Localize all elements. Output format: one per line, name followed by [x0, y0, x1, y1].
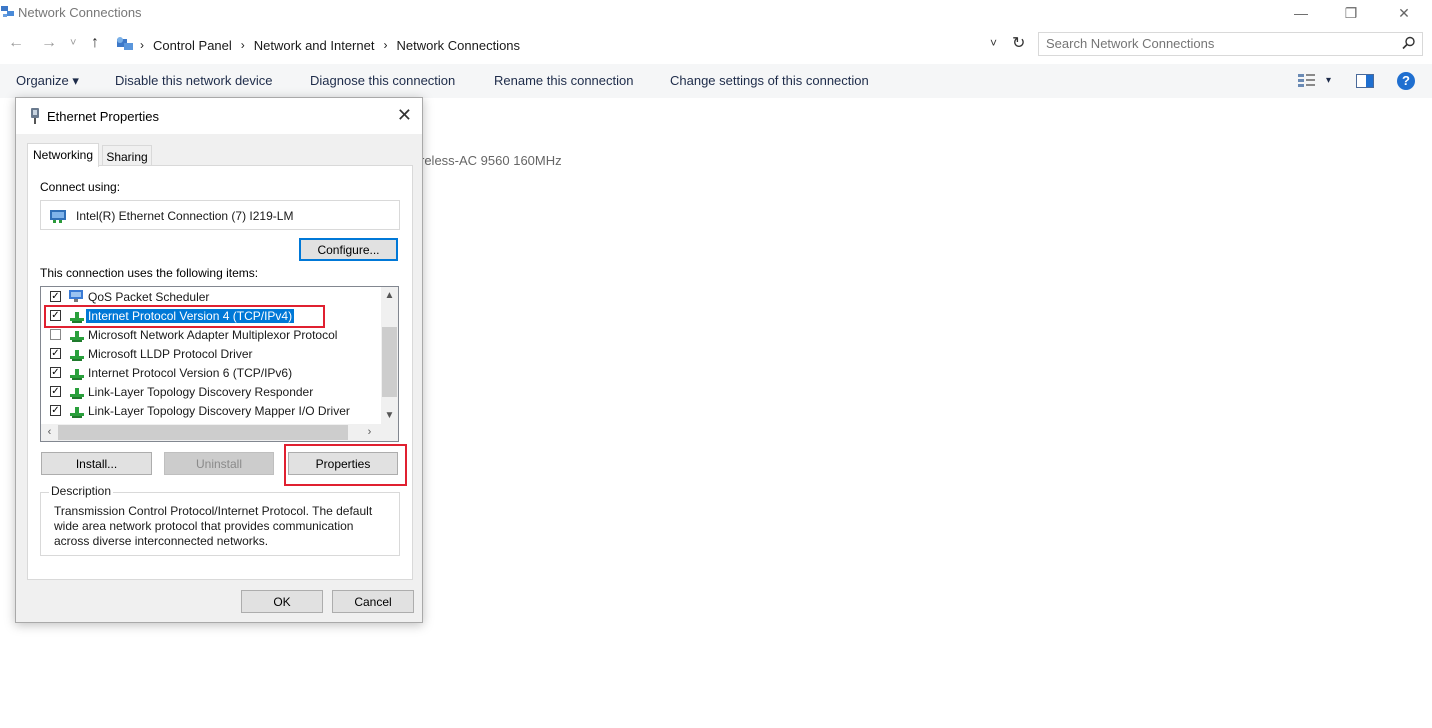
scroll-left-icon[interactable]: ‹: [41, 424, 58, 441]
list-item[interactable]: ✓ Link-Layer Topology Discovery Responder: [41, 383, 381, 402]
description-text: Transmission Control Protocol/Internet P…: [54, 504, 373, 548]
scroll-up-icon[interactable]: ▲: [381, 287, 398, 304]
scroll-right-icon[interactable]: ›: [361, 424, 378, 441]
ethernet-properties-dialog: Ethernet Properties ✕ Networking Sharing…: [15, 97, 423, 623]
protocol-icon: [69, 385, 87, 402]
ipv4-highlight-box: [44, 305, 325, 328]
refresh-icon[interactable]: ↻: [1012, 33, 1025, 53]
cancel-button[interactable]: Cancel: [332, 590, 414, 613]
dialog-title: Ethernet Properties: [47, 109, 160, 124]
dialog-title-bar: Ethernet Properties ✕: [16, 98, 422, 134]
scrollbar-corner: [381, 424, 398, 441]
up-arrow-icon[interactable]: ↑: [91, 34, 99, 52]
tab-networking[interactable]: Networking: [27, 143, 99, 167]
recent-locations-icon[interactable]: ˅: [70, 37, 76, 49]
protocol-icon: [69, 328, 87, 345]
change-view-icon[interactable]: [1298, 74, 1316, 93]
adapter-field: Intel(R) Ethernet Connection (7) I219-LM: [40, 200, 400, 230]
title-bar: Network Connections — ❐ ✕: [0, 0, 1432, 26]
item-checkbox[interactable]: ✓: [50, 348, 61, 359]
control-panel-icon: [116, 36, 134, 57]
change-settings-button[interactable]: Change settings of this connection: [670, 73, 869, 88]
preview-pane-icon[interactable]: [1356, 74, 1374, 93]
connect-using-label: Connect using:: [40, 180, 121, 194]
item-checkbox[interactable]: ✓: [50, 405, 61, 416]
view-dropdown-icon[interactable]: ▾: [1326, 75, 1331, 86]
breadcrumb-separator-icon[interactable]: ›: [383, 38, 387, 52]
organize-menu[interactable]: Organize ▾: [16, 73, 79, 89]
breadcrumb: › Control Panel › Network and Internet ›…: [140, 34, 520, 56]
protocol-icon: [69, 366, 87, 383]
vertical-scroll-thumb[interactable]: [382, 327, 397, 397]
item-checkbox[interactable]: ✓: [50, 367, 61, 378]
horizontal-scrollbar[interactable]: ‹ ›: [41, 424, 382, 441]
breadcrumb-control-panel[interactable]: Control Panel: [153, 38, 232, 53]
properties-highlight-box: [284, 444, 407, 486]
diagnose-connection-button[interactable]: Diagnose this connection: [310, 73, 455, 88]
back-arrow-icon[interactable]: ←: [8, 34, 24, 52]
close-window-button[interactable]: ✕: [1381, 0, 1427, 26]
vertical-scrollbar[interactable]: ▲ ▼: [381, 287, 398, 424]
list-item[interactable]: ✓ Microsoft LLDP Protocol Driver: [41, 345, 381, 364]
horizontal-scroll-thumb[interactable]: [58, 425, 348, 440]
breadcrumb-network-internet[interactable]: Network and Internet: [254, 38, 375, 53]
breadcrumb-separator-icon[interactable]: ›: [140, 38, 144, 52]
item-label: Microsoft Network Adapter Multiplexor Pr…: [88, 328, 338, 342]
network-adapter-icon: [50, 209, 68, 228]
description-group: Description Transmission Control Protoco…: [40, 484, 400, 556]
wifi-adapter-description: reless-AC 9560 160MHz: [420, 153, 562, 168]
minimize-button[interactable]: —: [1278, 0, 1324, 26]
restore-button[interactable]: ❐: [1328, 0, 1374, 26]
item-label: QoS Packet Scheduler: [88, 290, 210, 304]
list-item[interactable]: Microsoft Network Adapter Multiplexor Pr…: [41, 326, 381, 345]
address-dropdown-icon[interactable]: ˅: [990, 36, 997, 50]
ethernet-icon: [29, 108, 41, 129]
ok-button[interactable]: OK: [241, 590, 323, 613]
list-item[interactable]: ✓ Link-Layer Topology Discovery Mapper I/…: [41, 402, 381, 421]
item-label: Link-Layer Topology Discovery Responder: [88, 385, 314, 399]
list-item[interactable]: ✓ Internet Protocol Version 6 (TCP/IPv6): [41, 364, 381, 383]
forward-arrow-icon[interactable]: →: [41, 34, 57, 52]
description-title: Description: [49, 484, 114, 498]
protocol-icon: [69, 404, 87, 421]
configure-button[interactable]: Configure...: [299, 238, 398, 261]
search-icon[interactable]: [1402, 36, 1416, 55]
command-bar: Organize ▾ Disable this network device D…: [0, 64, 1432, 98]
items-label: This connection uses the following items…: [40, 266, 259, 280]
scroll-down-icon[interactable]: ▼: [381, 407, 398, 424]
search-input[interactable]: [1039, 33, 1379, 54]
item-label: Internet Protocol Version 6 (TCP/IPv6): [88, 366, 293, 380]
dialog-close-button[interactable]: ✕: [397, 106, 412, 124]
search-box[interactable]: [1038, 32, 1423, 56]
help-icon[interactable]: ?: [1397, 72, 1415, 90]
item-label: Link-Layer Topology Discovery Mapper I/O…: [88, 404, 350, 418]
install-button[interactable]: Install...: [41, 452, 152, 475]
item-checkbox[interactable]: ✓: [50, 291, 61, 302]
network-connections-icon: [0, 5, 16, 19]
item-checkbox[interactable]: [50, 329, 61, 340]
rename-connection-button[interactable]: Rename this connection: [494, 73, 633, 88]
breadcrumb-network-connections[interactable]: Network Connections: [396, 38, 520, 53]
item-checkbox[interactable]: ✓: [50, 386, 61, 397]
disable-device-button[interactable]: Disable this network device: [115, 73, 273, 88]
breadcrumb-separator-icon[interactable]: ›: [241, 38, 245, 52]
uninstall-button: Uninstall: [164, 452, 274, 475]
tab-sharing[interactable]: Sharing: [102, 145, 152, 166]
item-label: Microsoft LLDP Protocol Driver: [88, 347, 253, 361]
protocol-icon: [69, 347, 87, 364]
adapter-name: Intel(R) Ethernet Connection (7) I219-LM: [76, 209, 294, 223]
window-title: Network Connections: [18, 5, 142, 20]
